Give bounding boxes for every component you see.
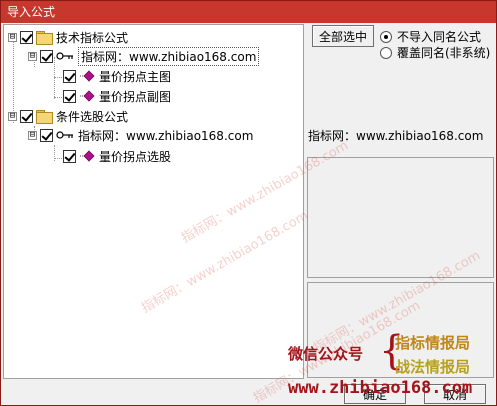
formula-main-label: 量价拐点主图: [99, 69, 172, 84]
formula-screener-checkbox[interactable]: [63, 149, 76, 163]
collapse-icon[interactable]: ⊟: [8, 32, 17, 42]
formula-main-checkbox[interactable]: [63, 69, 76, 83]
radio-overwrite[interactable]: [380, 46, 392, 59]
tree-node-formula-screener[interactable]: 量价拐点选股: [63, 147, 171, 165]
wechat-label: 微信公众号: [288, 345, 364, 363]
formula-icon: [80, 150, 95, 162]
radio-no-import[interactable]: [380, 30, 392, 43]
key-icon: [56, 52, 73, 60]
indicator-source-checkbox[interactable]: [40, 49, 53, 63]
indicator-source-label: 指标网：www.zhibiao168.com: [78, 46, 260, 66]
promo-url: www.zhibiao168.com: [288, 378, 473, 398]
tree-node-screener-source[interactable]: ⊟ 指标网：www.zhibiao168.com: [28, 126, 253, 144]
radio-no-import-row[interactable]: 不导入同名公式: [380, 28, 481, 45]
formula-tree[interactable]: ⊟ 技术指标公式 ⊟ 指标网：www.zhibiao168.com 量价拐点主图: [3, 24, 304, 379]
collapse-icon[interactable]: ⊟: [28, 130, 37, 140]
tree-node-indicator-group[interactable]: ⊟ 技术指标公式: [8, 28, 128, 46]
description-box: [307, 157, 494, 278]
tree-node-formula-sub[interactable]: 量价拐点副图: [63, 87, 171, 105]
promo-line-2: 战法情报局: [395, 358, 471, 376]
formula-icon: [80, 90, 95, 102]
import-formula-dialog: 导入公式 ⊟ 技术指标公式 ⊟ 指标网：www.zhibiao168.com 量…: [0, 0, 497, 406]
indicator-group-checkbox[interactable]: [20, 30, 33, 44]
window-title: 导入公式: [7, 5, 56, 19]
title-bar: 导入公式: [1, 1, 496, 23]
folder-icon: [36, 31, 53, 45]
screener-group-checkbox[interactable]: [20, 109, 33, 123]
formula-sub-checkbox[interactable]: [63, 89, 76, 103]
promo-line-1: 指标情报局: [395, 334, 471, 352]
source-info-label: 指标网：www.zhibiao168.com: [308, 129, 484, 143]
indicator-group-label: 技术指标公式: [56, 30, 129, 45]
formula-screener-label: 量价拐点选股: [99, 149, 172, 164]
screener-group-label: 条件选股公式: [56, 109, 129, 124]
screener-source-checkbox[interactable]: [40, 128, 53, 142]
select-all-button[interactable]: 全部选中: [312, 25, 374, 47]
key-icon: [56, 131, 73, 139]
formula-icon: [80, 70, 95, 82]
tree-node-screener-group[interactable]: ⊟ 条件选股公式: [8, 107, 128, 125]
collapse-icon[interactable]: ⊟: [8, 111, 17, 121]
radio-overwrite-row[interactable]: 覆盖同名(非系统): [380, 44, 490, 61]
screener-source-label: 指标网：www.zhibiao168.com: [78, 128, 254, 143]
tree-node-formula-main[interactable]: 量价拐点主图: [63, 67, 171, 85]
tree-node-indicator-source[interactable]: ⊟ 指标网：www.zhibiao168.com: [28, 46, 260, 66]
folder-icon: [36, 110, 53, 124]
radio-no-import-label: 不导入同名公式: [397, 30, 482, 44]
formula-sub-label: 量价拐点副图: [99, 89, 172, 104]
collapse-icon[interactable]: ⊟: [28, 51, 37, 61]
radio-overwrite-label: 覆盖同名(非系统): [397, 46, 491, 60]
